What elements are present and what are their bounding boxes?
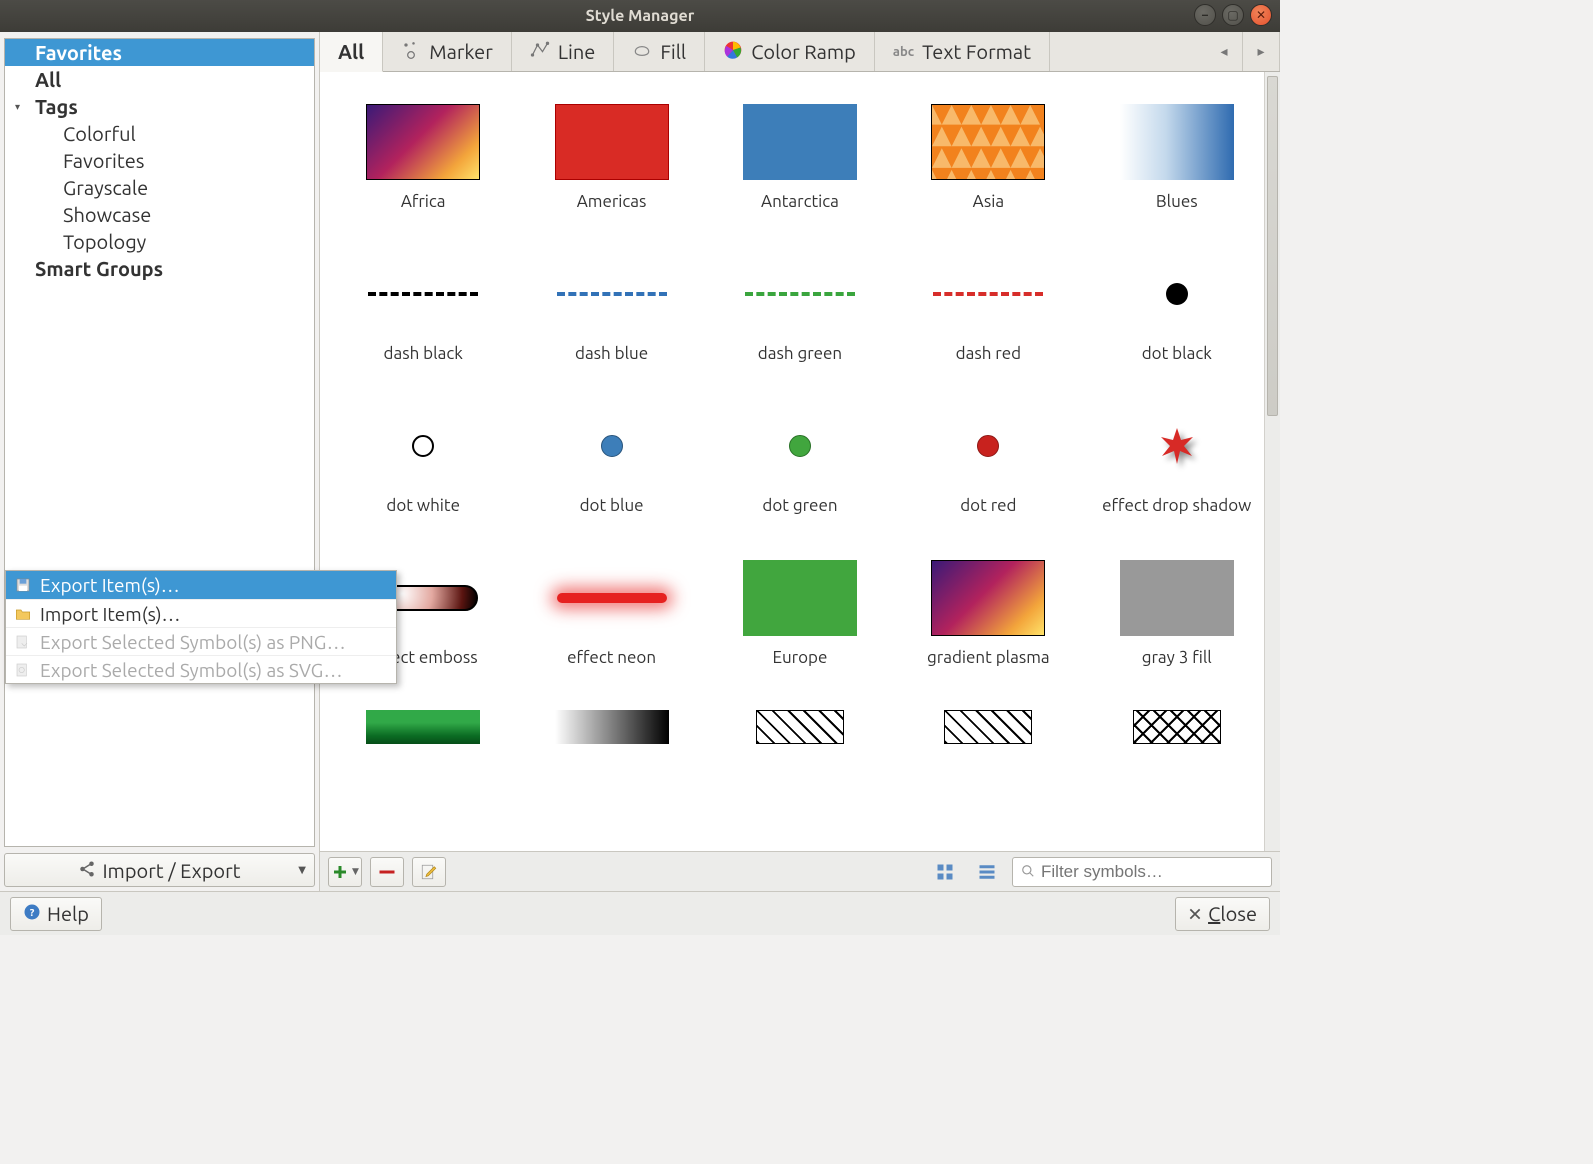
import-export-button[interactable]: Import / Export ▼ [4, 853, 315, 887]
symbol-item[interactable]: gradient plasma [913, 558, 1063, 690]
fill-icon [632, 40, 652, 64]
symbol-item[interactable]: dot black [1102, 254, 1252, 386]
help-button[interactable]: ? Help [10, 897, 102, 931]
tree-item-all[interactable]: All [5, 66, 314, 93]
tree-item-showcase[interactable]: Showcase [5, 201, 314, 228]
maximize-button[interactable]: ▢ [1222, 4, 1244, 26]
vertical-scrollbar[interactable] [1264, 72, 1280, 851]
menu-export-png: Export Selected Symbol(s) as PNG… [6, 627, 396, 655]
text-format-icon: abc [893, 45, 914, 59]
tab-bar: All Marker Line Fill Color Ramp abc Text… [320, 32, 1280, 72]
tree-item-colorful[interactable]: Colorful [5, 120, 314, 147]
edit-item-button[interactable] [412, 857, 446, 887]
save-icon [14, 576, 32, 594]
help-icon: ? [23, 902, 41, 925]
category-tree[interactable]: Favorites All ▾Tags Colorful Favorites G… [4, 38, 315, 847]
sidebar: Favorites All ▾Tags Colorful Favorites G… [0, 32, 319, 891]
add-item-button[interactable]: ▼ [328, 857, 362, 887]
tab-scroll-left[interactable]: ◂ [1206, 32, 1243, 71]
close-window-button[interactable]: ✕ [1250, 4, 1272, 26]
svg-text:?: ? [30, 906, 35, 918]
tree-item-grayscale[interactable]: Grayscale [5, 174, 314, 201]
tree-item-favorites-tag[interactable]: Favorites [5, 147, 314, 174]
menu-export-items[interactable]: Export Item(s)… [6, 571, 396, 599]
export-png-icon [14, 633, 32, 651]
symbol-item[interactable]: Americas [537, 102, 687, 234]
symbol-item[interactable]: dash black [348, 254, 498, 386]
symbol-item[interactable]: Antarctica [725, 102, 875, 234]
symbol-grid[interactable]: Africa Americas Antarctica Asia Blues da… [320, 72, 1280, 851]
tab-marker[interactable]: Marker [383, 32, 512, 71]
list-view-button[interactable] [970, 857, 1004, 887]
symbol-item[interactable]: dot white [348, 406, 498, 538]
minimize-button[interactable]: – [1194, 4, 1216, 26]
tab-scroll-right[interactable]: ▸ [1243, 32, 1280, 71]
close-button[interactable]: Close [1175, 897, 1270, 931]
remove-item-button[interactable] [370, 857, 404, 887]
search-icon [1021, 862, 1035, 882]
symbol-item[interactable]: Europe [725, 558, 875, 690]
bottom-toolbar: ▼ [320, 851, 1280, 891]
symbol-item[interactable]: Blues [1102, 102, 1252, 234]
tab-fill[interactable]: Fill [614, 32, 705, 71]
symbol-item[interactable] [1102, 710, 1252, 744]
close-icon [1188, 902, 1202, 925]
dialog-button-bar: ? Help Close [0, 891, 1280, 935]
tree-item-topology[interactable]: Topology [5, 228, 314, 255]
symbol-item[interactable]: Asia [913, 102, 1063, 234]
symbol-item[interactable]: gray 3 fill [1102, 558, 1252, 690]
marker-icon [401, 40, 421, 64]
symbol-item[interactable] [725, 710, 875, 744]
tab-all[interactable]: All [320, 32, 383, 72]
tab-color-ramp[interactable]: Color Ramp [705, 32, 875, 71]
symbol-item[interactable]: dash red [913, 254, 1063, 386]
tree-item-smart-groups[interactable]: Smart Groups [5, 255, 314, 282]
symbol-item[interactable]: dot blue [537, 406, 687, 538]
menu-import-items[interactable]: Import Item(s)… [6, 599, 396, 627]
symbol-item[interactable] [537, 710, 687, 744]
import-export-menu: Export Item(s)… Import Item(s)… Export S… [5, 570, 397, 684]
titlebar: Style Manager – ▢ ✕ [0, 0, 1280, 32]
filter-box[interactable] [1012, 857, 1272, 887]
window-title: Style Manager [586, 7, 695, 25]
symbol-item[interactable] [913, 710, 1063, 744]
tree-item-favorites[interactable]: Favorites [5, 39, 314, 66]
symbol-item[interactable]: dot green [725, 406, 875, 538]
menu-export-svg: Export Selected Symbol(s) as SVG… [6, 655, 396, 683]
content-pane: All Marker Line Fill Color Ramp abc Text… [319, 32, 1280, 891]
tree-item-tags[interactable]: ▾Tags [5, 93, 314, 120]
line-icon [530, 40, 550, 64]
icon-view-button[interactable] [928, 857, 962, 887]
dropdown-icon: ▼ [298, 864, 306, 876]
symbol-item[interactable]: effect drop shadow [1102, 406, 1252, 538]
symbol-item[interactable]: dash green [725, 254, 875, 386]
tab-line[interactable]: Line [512, 32, 615, 71]
caret-icon[interactable]: ▾ [15, 93, 20, 120]
tab-text-format[interactable]: abc Text Format [875, 32, 1050, 71]
symbol-item[interactable]: effect neon [537, 558, 687, 690]
symbol-item[interactable] [348, 710, 498, 744]
dropdown-icon: ▼ [352, 866, 359, 877]
export-svg-icon [14, 661, 32, 679]
color-ramp-icon [723, 40, 743, 64]
filter-input[interactable] [1041, 862, 1263, 882]
symbol-item[interactable]: dot red [913, 406, 1063, 538]
folder-icon [14, 605, 32, 623]
symbol-item[interactable]: dash blue [537, 254, 687, 386]
share-icon [78, 859, 96, 882]
symbol-item[interactable]: Africa [348, 102, 498, 234]
